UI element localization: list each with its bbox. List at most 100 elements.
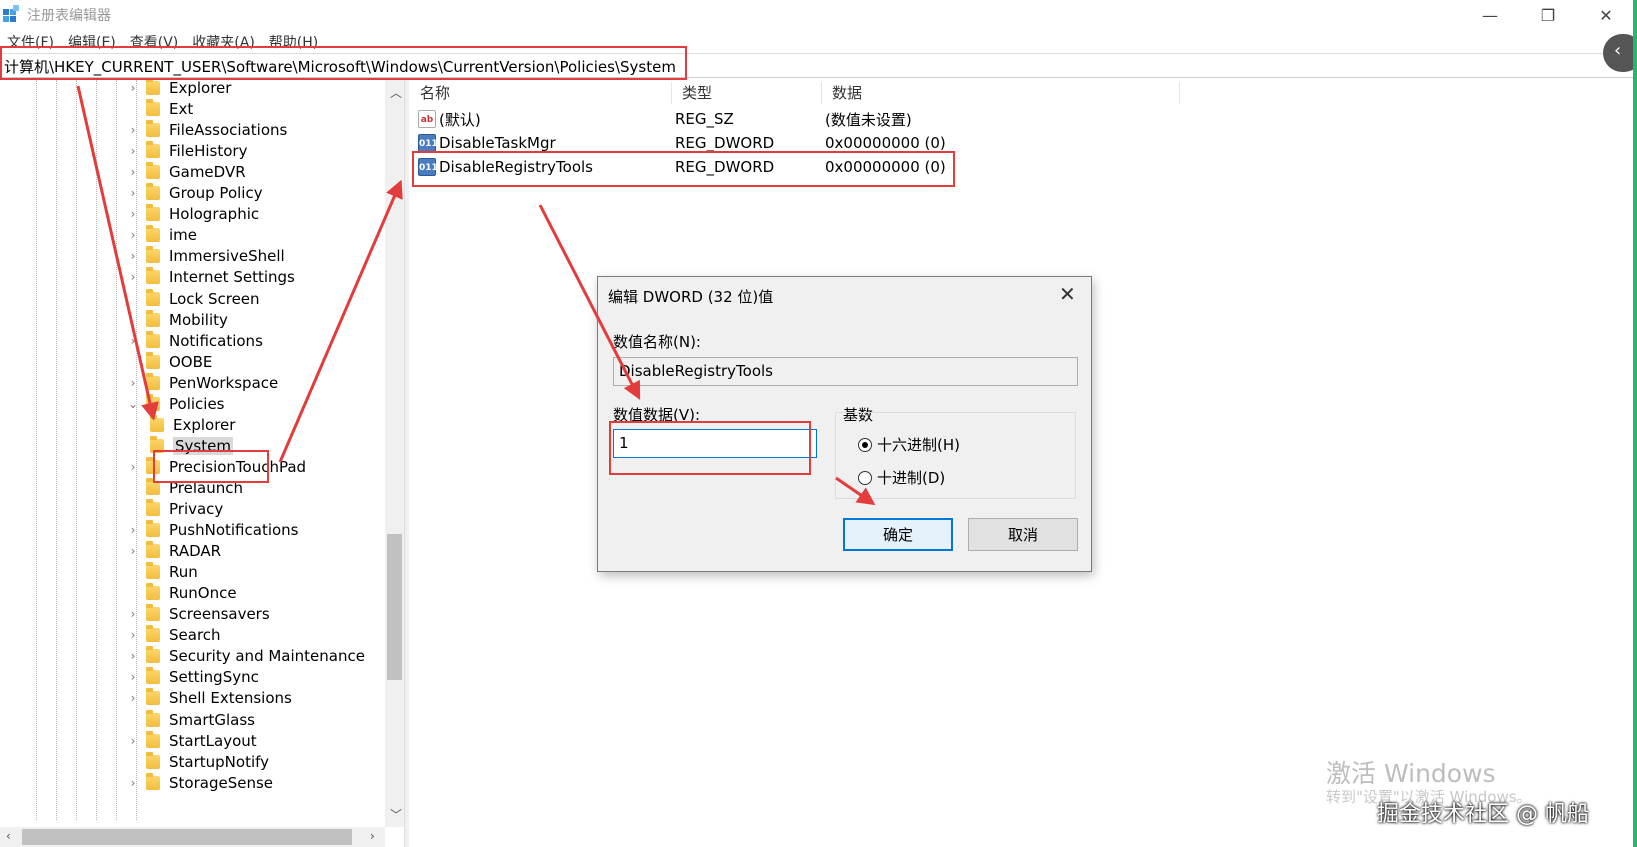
chevron-right-icon[interactable]: › bbox=[126, 460, 140, 474]
tree-hscroll-thumb[interactable] bbox=[22, 829, 352, 845]
scroll-down-icon[interactable]: ﹀ bbox=[390, 806, 402, 823]
value-row[interactable]: ab (默认) REG_SZ (数值未设置) bbox=[418, 108, 912, 130]
folder-icon bbox=[146, 141, 160, 159]
folder-icon bbox=[146, 730, 160, 748]
dec-radio[interactable]: 十进制(D) bbox=[858, 467, 945, 488]
column-header-data[interactable]: 数据 bbox=[822, 82, 1180, 104]
chevron-right-icon[interactable]: › bbox=[126, 123, 140, 137]
tree-item[interactable]: › ime bbox=[126, 224, 197, 246]
folder-icon bbox=[146, 162, 160, 180]
chevron-right-icon[interactable]: › bbox=[126, 628, 140, 642]
tree-item[interactable]: SmartGlass bbox=[126, 709, 255, 731]
tree-item-label: Screensavers bbox=[169, 605, 270, 624]
credit-watermark: 掘金技术社区 @ 帆船 bbox=[1377, 802, 1589, 827]
pane-splitter[interactable] bbox=[404, 80, 409, 847]
chevron-right-icon[interactable]: › bbox=[126, 186, 140, 200]
folder-icon bbox=[146, 688, 160, 706]
chevron-right-icon[interactable]: › bbox=[126, 228, 140, 242]
tree-item[interactable]: › ImmersiveShell bbox=[126, 245, 285, 267]
tree-vertical-scrollbar[interactable] bbox=[385, 80, 404, 827]
tree-item[interactable]: › StartLayout bbox=[126, 730, 257, 752]
tree-item[interactable]: › GameDVR bbox=[126, 161, 246, 183]
tree-item[interactable]: Explorer bbox=[140, 414, 235, 436]
folder-icon bbox=[146, 625, 160, 643]
chevron-right-icon[interactable]: › bbox=[126, 334, 140, 348]
tree-item[interactable]: Privacy bbox=[126, 498, 223, 520]
string-value-icon: ab bbox=[418, 110, 436, 128]
tree-item-label: StartupNotify bbox=[169, 752, 270, 771]
chevron-right-icon[interactable]: › bbox=[126, 249, 140, 263]
tree-item[interactable]: › FileHistory bbox=[126, 140, 247, 162]
tree-item[interactable]: › Explorer bbox=[126, 80, 231, 99]
tree-item[interactable]: › PushNotifications bbox=[126, 519, 299, 541]
chevron-right-icon[interactable]: › bbox=[126, 607, 140, 621]
tree-item[interactable]: › SettingSync bbox=[126, 666, 259, 688]
title-bar: 注册表编辑器 — ❐ ✕ bbox=[0, 0, 1637, 30]
collapse-panel-button[interactable]: ‹ bbox=[1603, 34, 1637, 72]
tree-item-label: StorageSense bbox=[169, 773, 273, 792]
tree-item[interactable]: Lock Screen bbox=[126, 288, 260, 310]
tree-item[interactable]: OOBE bbox=[126, 351, 212, 373]
tree-item[interactable]: › FileAssociations bbox=[126, 119, 287, 141]
tree-scroll-thumb[interactable] bbox=[387, 534, 402, 680]
column-header-name[interactable]: 名称 bbox=[410, 82, 672, 104]
chevron-right-icon[interactable]: › bbox=[126, 165, 140, 179]
minimize-button[interactable]: — bbox=[1467, 0, 1513, 30]
registry-editor-icon bbox=[3, 5, 19, 22]
scroll-left-icon[interactable]: ‹ bbox=[6, 829, 11, 843]
cancel-button[interactable]: 取消 bbox=[968, 518, 1078, 551]
chevron-right-icon[interactable]: › bbox=[126, 270, 140, 284]
chevron-right-icon[interactable]: › bbox=[126, 376, 140, 390]
tree-item[interactable]: › Internet Settings bbox=[126, 266, 295, 288]
tree-item[interactable]: › Holographic bbox=[126, 203, 259, 225]
folder-icon bbox=[146, 246, 160, 264]
folder-icon bbox=[146, 183, 160, 201]
radio-checked-icon bbox=[858, 437, 872, 452]
tree-item[interactable]: › Screensavers bbox=[126, 603, 270, 625]
chevron-left-icon: ‹ bbox=[1614, 40, 1622, 61]
tree-item-label: Privacy bbox=[169, 500, 224, 518]
tree-guide-line bbox=[96, 80, 97, 820]
tree-item[interactable]: Ext bbox=[126, 98, 193, 120]
tree-item[interactable]: RunOnce bbox=[126, 582, 237, 604]
scroll-right-icon[interactable]: › bbox=[370, 829, 375, 843]
edge-strip bbox=[1633, 0, 1637, 847]
tree-item-label: Explorer bbox=[173, 415, 236, 434]
chevron-right-icon[interactable]: › bbox=[126, 776, 140, 790]
chevron-down-icon[interactable]: ⌄ bbox=[126, 397, 140, 411]
hex-radio[interactable]: 十六进制(H) bbox=[858, 434, 960, 455]
chevron-right-icon[interactable]: › bbox=[126, 670, 140, 684]
tree-item[interactable]: ⌄ Policies bbox=[126, 393, 224, 415]
tree-item[interactable]: › Notifications bbox=[126, 330, 263, 352]
tree-item[interactable]: › Search bbox=[126, 624, 221, 646]
folder-icon bbox=[146, 604, 160, 622]
tree-item-label: Group Policy bbox=[169, 184, 263, 203]
tree-item-label: ImmersiveShell bbox=[169, 247, 285, 266]
tree-item[interactable]: › Security and Maintenance bbox=[126, 645, 365, 667]
tree-item[interactable]: › StorageSense bbox=[126, 772, 273, 794]
scroll-up-icon[interactable]: ︿ bbox=[390, 84, 402, 101]
chevron-right-icon[interactable]: › bbox=[126, 144, 140, 158]
chevron-right-icon[interactable]: › bbox=[126, 649, 140, 663]
chevron-right-icon[interactable]: › bbox=[126, 734, 140, 748]
tree-item[interactable]: › Group Policy bbox=[126, 182, 263, 204]
ok-button[interactable]: 确定 bbox=[843, 518, 953, 551]
chevron-right-icon[interactable]: › bbox=[126, 544, 140, 558]
tree-guide-line bbox=[36, 80, 37, 820]
tree-item[interactable]: Mobility bbox=[126, 309, 228, 331]
chevron-right-icon[interactable]: › bbox=[126, 207, 140, 221]
dialog-close-icon[interactable]: ✕ bbox=[1059, 282, 1076, 306]
tree-item[interactable]: › RADAR bbox=[126, 540, 221, 562]
chevron-right-icon[interactable]: › bbox=[126, 691, 140, 705]
tree-item[interactable]: Run bbox=[126, 561, 198, 583]
maximize-button[interactable]: ❐ bbox=[1525, 0, 1571, 30]
value-name-field[interactable]: DisableRegistryTools bbox=[613, 357, 1078, 386]
chevron-right-icon[interactable]: › bbox=[126, 81, 140, 95]
tree-item[interactable]: StartupNotify bbox=[126, 751, 269, 773]
column-header-type[interactable]: 类型 bbox=[672, 82, 822, 104]
tree-item[interactable]: › Shell Extensions bbox=[126, 687, 292, 709]
folder-icon bbox=[146, 499, 160, 516]
chevron-right-icon[interactable]: › bbox=[126, 523, 140, 537]
close-button[interactable]: ✕ bbox=[1583, 0, 1629, 30]
tree-item[interactable]: › PenWorkspace bbox=[126, 372, 278, 394]
